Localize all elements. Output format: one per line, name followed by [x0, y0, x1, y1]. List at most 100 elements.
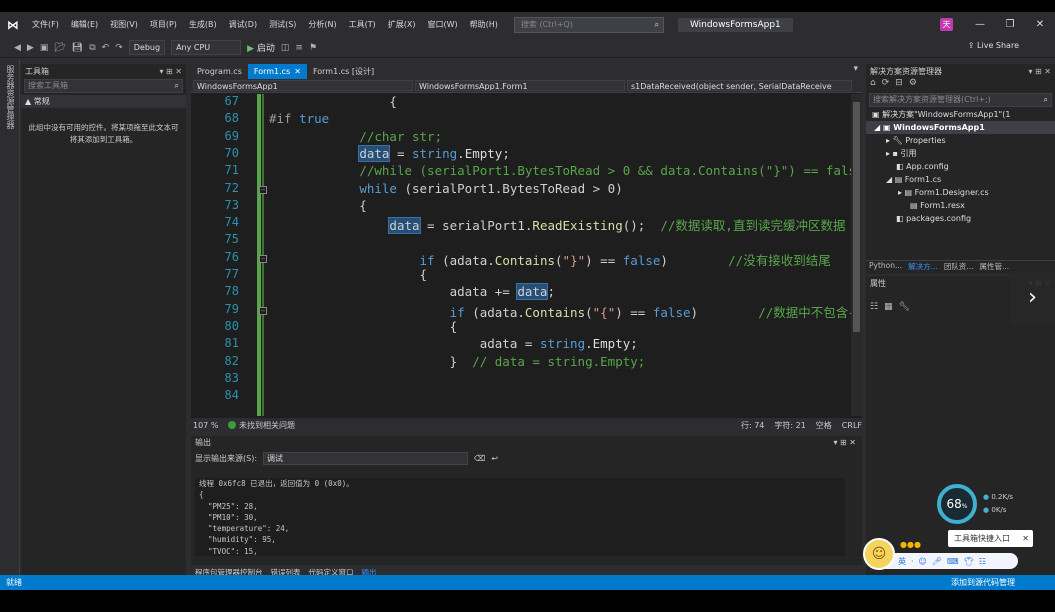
menu-icon[interactable]: ☷: [979, 557, 986, 566]
scrollbar-thumb[interactable]: [853, 102, 860, 332]
toolbox-search-input[interactable]: 搜索工具箱 ⌕: [24, 79, 183, 93]
tree-solution[interactable]: ▣ 解决方案"WindowsFormsApp1"(1: [866, 108, 1055, 121]
tab-property-manager[interactable]: 属性管...: [979, 261, 1009, 274]
fold-toggle-icon[interactable]: −: [259, 254, 267, 263]
configuration-select[interactable]: Debug: [128, 40, 166, 55]
tab-program-cs[interactable]: Program.cs: [191, 64, 248, 79]
save-all-icon[interactable]: ⧉: [89, 43, 95, 53]
tab-form1-cs[interactable]: Form1.cs ✕: [247, 64, 307, 79]
tab-python[interactable]: Python...: [869, 261, 902, 274]
pin-icon[interactable]: ▾ ⊞ ✕: [1028, 67, 1051, 76]
code-line[interactable]: 72 while (serialPort1.BytesToRead > 0) −: [191, 181, 851, 198]
quick-search-input[interactable]: 搜索 (Ctrl+Q) ⌕: [513, 17, 664, 33]
save-icon[interactable]: 💾︎: [72, 43, 83, 53]
menu-edit[interactable]: 编辑(E): [65, 12, 104, 38]
language-icon[interactable]: 英: [898, 556, 906, 567]
close-icon[interactable]: ✕: [1025, 12, 1055, 38]
add-to-source-control[interactable]: 添加到源代码管理: [951, 575, 1015, 590]
menu-test[interactable]: 测试(S): [263, 12, 302, 38]
project-dropdown[interactable]: WindowsFormsApp1: [193, 80, 413, 91]
class-dropdown[interactable]: WindowsFormsApp1.Form1: [415, 80, 625, 91]
tree-form1[interactable]: ◢ ▤ Form1.cs: [866, 173, 1055, 186]
code-line[interactable]: 81 adata = string.Empty;: [191, 336, 851, 353]
code-line[interactable]: 79 if (adata.Contains("{") == false) //数…: [191, 302, 851, 320]
toolbox-group-general[interactable]: ▲ 常规: [21, 95, 186, 108]
collapse-icon[interactable]: ⊟: [895, 78, 903, 92]
punctuation-icon[interactable]: ·: [911, 557, 914, 566]
home-icon[interactable]: ⌂: [870, 78, 876, 92]
settings-icon[interactable]: ⚙: [909, 78, 917, 92]
wrench-icon[interactable]: 🔧︎: [899, 302, 910, 316]
menu-debug[interactable]: 调试(D): [223, 12, 263, 38]
code-line[interactable]: 82 } // data = string.Empty;: [191, 354, 851, 371]
keyboard-icon[interactable]: ⌨: [947, 557, 959, 566]
code-line[interactable]: 68 #if true: [191, 111, 851, 128]
sync-icon[interactable]: ⟳: [882, 78, 890, 92]
code-line[interactable]: 75: [191, 232, 851, 249]
comment-icon[interactable]: ≡: [295, 43, 303, 53]
code-line[interactable]: 76 if (adata.Contains("}") == false) //没…: [191, 250, 851, 268]
member-dropdown[interactable]: s1DataReceived(object sender, SerialData…: [627, 80, 852, 91]
code-line[interactable]: 74 data = serialPort1.ReadExisting(); //…: [191, 215, 851, 235]
mic-icon[interactable]: 🎤︎: [932, 557, 942, 566]
tree-app-config[interactable]: ◧ App.config: [866, 160, 1055, 173]
menu-build[interactable]: 生成(B): [183, 12, 223, 38]
alphabetical-icon[interactable]: ▦: [884, 302, 893, 316]
emoji-icon[interactable]: ☺: [919, 557, 927, 566]
skin-icon[interactable]: 👕︎: [964, 557, 974, 566]
indent-mode[interactable]: 空格: [816, 420, 832, 431]
minimize-icon[interactable]: —: [965, 12, 995, 38]
next-arrow-button[interactable]: ›: [1010, 271, 1055, 325]
tree-form1-resx[interactable]: ▤ Form1.resx: [866, 199, 1055, 212]
ime-mascot-icon[interactable]: ☺: [863, 538, 895, 570]
vertical-scrollbar[interactable]: [851, 94, 862, 416]
fold-toggle-icon[interactable]: −: [259, 306, 267, 315]
menu-tools[interactable]: 工具(T): [343, 12, 382, 38]
pin-icon[interactable]: ▾ ⊞ ✕: [833, 436, 856, 450]
code-area[interactable]: 67 {68 #if true 69 //char str; 70 data = st…: [191, 94, 851, 416]
code-line[interactable]: 77 {: [191, 267, 851, 284]
code-line[interactable]: 69 //char str;: [191, 129, 851, 146]
pin-icon[interactable]: ▾ ⊞ ✕: [159, 67, 182, 76]
menu-help[interactable]: 帮助(H): [464, 12, 504, 38]
clear-icon[interactable]: ⌫: [474, 454, 485, 463]
menu-extensions[interactable]: 扩展(X): [382, 12, 422, 38]
undo-icon[interactable]: ↶: [102, 43, 110, 53]
code-line[interactable]: 84: [191, 388, 851, 405]
server-explorer-tab[interactable]: 服务器资源管理器: [5, 65, 16, 129]
live-share-button[interactable]: ⇪ Live Share: [968, 41, 1019, 50]
tree-packages-config[interactable]: ◧ packages.config: [866, 212, 1055, 225]
code-line[interactable]: 73 {: [191, 198, 851, 215]
code-line[interactable]: 80 {: [191, 319, 851, 336]
close-icon[interactable]: ✕: [294, 64, 301, 79]
menu-file[interactable]: 文件(F): [26, 12, 65, 38]
close-icon[interactable]: ✕: [1022, 530, 1029, 547]
back-icon[interactable]: ◀: [14, 43, 21, 53]
solution-search-input[interactable]: 搜索解决方案资源管理器(Ctrl+;) ⌕: [869, 93, 1052, 107]
tree-project[interactable]: ◢ ▣ WindowsFormsApp1: [866, 121, 1055, 134]
code-line[interactable]: 78 adata += data;: [191, 283, 851, 301]
word-wrap-icon[interactable]: ↩: [491, 454, 498, 463]
bookmark-icon[interactable]: ⚑: [309, 43, 317, 53]
platform-select[interactable]: Any CPU: [171, 40, 242, 55]
chevron-down-icon[interactable]: ▾: [853, 64, 862, 79]
memory-gauge[interactable]: 68%: [937, 484, 977, 524]
menu-window[interactable]: 窗口(W): [422, 12, 464, 38]
menu-analyze[interactable]: 分析(N): [302, 12, 342, 38]
redo-icon[interactable]: ↷: [115, 43, 123, 53]
categorized-icon[interactable]: ☷: [870, 302, 878, 316]
code-line[interactable]: 71 //while (serialPort1.BytesToRead > 0 …: [191, 163, 851, 180]
open-icon[interactable]: 📂︎: [54, 43, 65, 53]
issues-indicator[interactable]: 未找到相关问题: [228, 420, 295, 431]
line-ending[interactable]: CRLF: [842, 421, 862, 430]
forward-icon[interactable]: ▶: [27, 43, 34, 53]
menu-project[interactable]: 项目(P): [144, 12, 183, 38]
code-line[interactable]: 67 {: [191, 94, 851, 111]
tree-properties[interactable]: ▸ 🔧︎ Properties: [866, 134, 1055, 147]
new-project-icon[interactable]: ▣: [40, 43, 49, 53]
zoom-level[interactable]: 107 %: [193, 421, 218, 430]
start-button[interactable]: ▶ 启动: [247, 41, 275, 54]
browser-icon[interactable]: ◫: [281, 43, 290, 53]
maximize-icon[interactable]: ❐: [995, 12, 1025, 38]
tree-form1-designer[interactable]: ▸ ▤ Form1.Designer.cs: [866, 186, 1055, 199]
